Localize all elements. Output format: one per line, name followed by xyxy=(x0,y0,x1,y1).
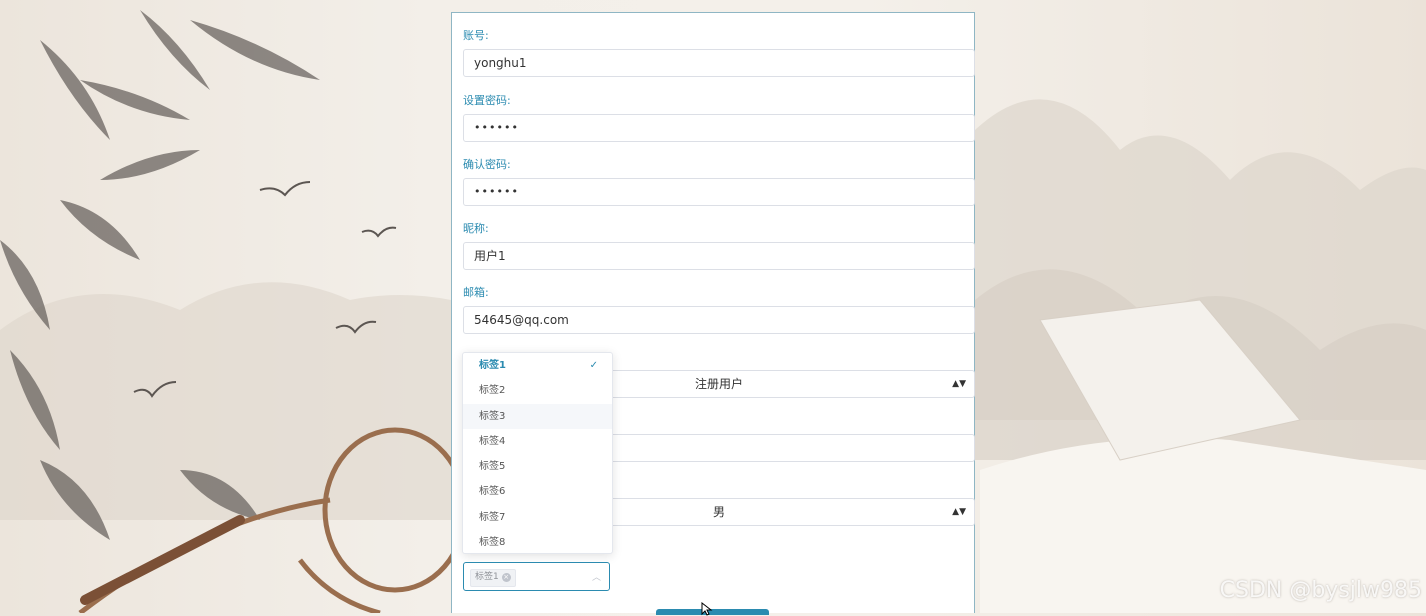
nickname-input[interactable]: 用户1 xyxy=(463,242,975,270)
dropdown-option-label: 标签4 xyxy=(479,435,506,447)
email-label: 邮箱: xyxy=(463,286,489,299)
dropdown-option[interactable]: 标签3 xyxy=(463,403,612,429)
dropdown-option[interactable]: 标签7 xyxy=(463,505,612,530)
csdn-watermark: CSDN @bysjlw985 xyxy=(1219,578,1422,603)
password-input[interactable]: •••••• xyxy=(463,114,975,142)
mouse-cursor-icon xyxy=(701,602,713,616)
dropdown-option-label: 标签5 xyxy=(479,461,506,473)
identity-select-value: 注册用户 xyxy=(694,377,743,391)
dropdown-option-label: 标签8 xyxy=(479,537,506,549)
selected-tag-chip: 标签1 × xyxy=(470,569,516,587)
check-icon: ✓ xyxy=(589,360,598,371)
dropdown-option[interactable]: 标签1 ✓ xyxy=(463,353,612,378)
dropdown-option-label: 标签2 xyxy=(479,385,506,397)
account-input[interactable]: yonghu1 xyxy=(463,49,975,77)
email-input[interactable]: 54645@qq.com xyxy=(463,306,975,334)
dropdown-option[interactable]: 标签4 xyxy=(463,429,612,454)
tag-multi-select[interactable]: 标签1 × ︿ xyxy=(463,562,610,591)
confirm-password-label: 确认密码: xyxy=(463,158,511,171)
dropdown-option-label: 标签7 xyxy=(479,511,506,523)
account-label: 账号: xyxy=(463,29,489,42)
dropdown-option[interactable]: 标签6 xyxy=(463,479,612,504)
dropdown-option[interactable]: 标签5 xyxy=(463,454,612,479)
gender-select-value: 男 xyxy=(712,505,725,519)
updown-arrow-icon: ▲▼ xyxy=(952,507,966,517)
nickname-label: 昵称: xyxy=(463,222,489,235)
password-label: 设置密码: xyxy=(463,94,511,107)
confirm-password-input[interactable]: •••••• xyxy=(463,178,975,206)
updown-arrow-icon: ▲▼ xyxy=(952,379,966,389)
dropdown-option[interactable]: 标签8 xyxy=(463,530,612,553)
tag-dropdown-menu: 标签1 ✓ 标签2 标签3 标签4 标签5 标签6 标签7 标签8 xyxy=(462,352,613,554)
selected-tag-label: 标签1 xyxy=(475,572,499,582)
dropdown-option-label: 标签6 xyxy=(479,486,506,498)
close-icon[interactable]: × xyxy=(501,573,511,582)
dropdown-option[interactable]: 标签2 xyxy=(463,378,612,403)
chevron-up-icon: ︿ xyxy=(591,573,601,583)
dropdown-option-label: 标签3 xyxy=(479,410,506,422)
dropdown-option-label: 标签1 xyxy=(479,360,506,371)
